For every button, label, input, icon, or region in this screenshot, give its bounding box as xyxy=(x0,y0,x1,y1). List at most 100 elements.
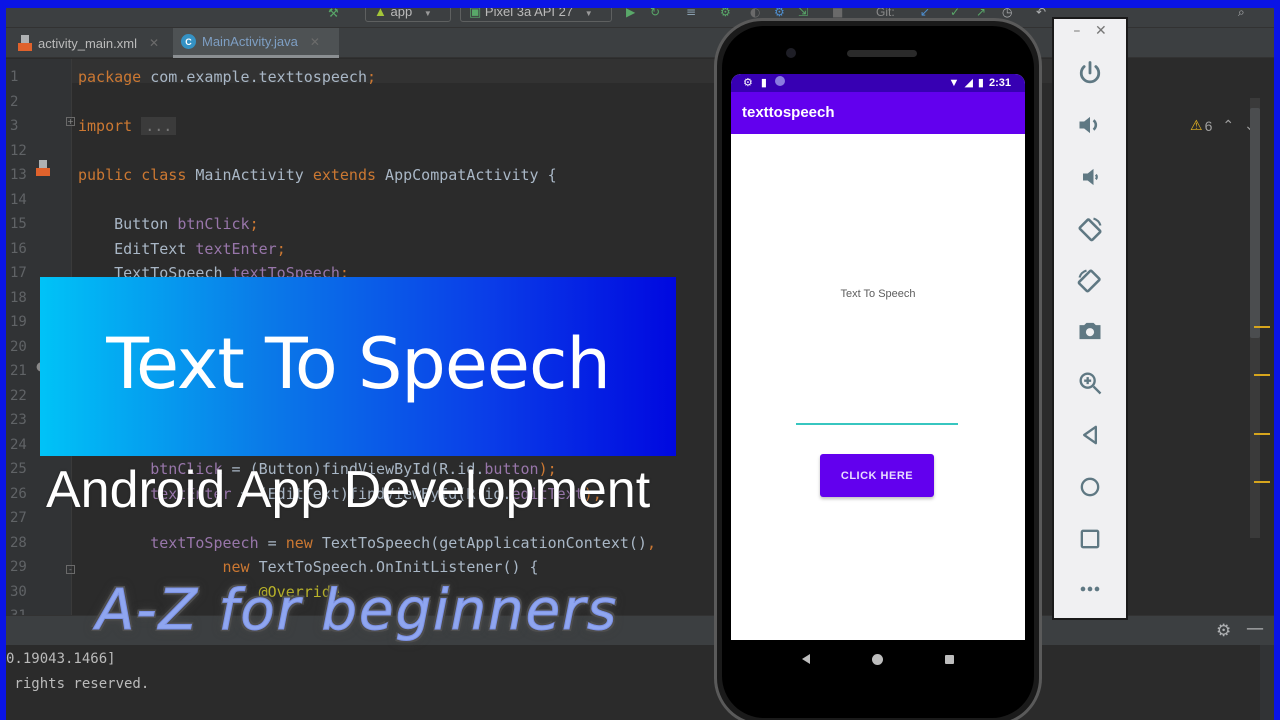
code-token: TextToSpeech(getApplicationContext() xyxy=(312,533,647,552)
close-icon[interactable]: ✕ xyxy=(1095,23,1107,39)
back-button[interactable] xyxy=(1054,415,1126,455)
device-icon: ▣ xyxy=(469,8,482,19)
line-number: 27 xyxy=(10,510,27,526)
zoom-in-icon xyxy=(1079,372,1102,395)
apply-changes-icon[interactable]: ↻ xyxy=(650,8,660,18)
status-bar: ⚙ ▮ ▼ ◢ ▮ 2:31 xyxy=(731,74,1025,92)
warning-marker[interactable] xyxy=(1254,374,1270,376)
tab-label: MainActivity.java xyxy=(202,34,298,49)
code-token: , xyxy=(646,533,656,552)
terminal-output[interactable]: 0.19043.1466] rights reserved. xyxy=(6,645,1274,720)
home-button[interactable] xyxy=(1054,467,1126,507)
line-number: 29 xyxy=(10,559,27,575)
device-dropdown[interactable]: ▣ Pixel 3a API 27 ▼ xyxy=(460,8,612,22)
overview-button[interactable] xyxy=(1054,519,1126,559)
previous-highlight-icon[interactable]: ⌃ xyxy=(1222,117,1234,134)
attach-process-icon[interactable]: ⇲ xyxy=(798,8,808,18)
stop-icon[interactable]: ■ xyxy=(832,8,843,18)
line-number: 28 xyxy=(10,534,27,551)
search-icon[interactable]: ⌕ xyxy=(1238,8,1245,18)
run-config-dropdown[interactable]: ▲ app ▼ xyxy=(365,8,451,22)
code-token: Button xyxy=(78,215,178,233)
rotate-left-icon xyxy=(1078,217,1102,242)
tab-label: activity_main.xml xyxy=(38,35,137,51)
status-time: 2:31 xyxy=(988,76,1011,89)
apply-code-changes-icon[interactable]: ≡ xyxy=(686,8,696,18)
more-button[interactable] xyxy=(1054,569,1126,609)
profile-icon[interactable]: ◐ xyxy=(750,8,760,18)
rollback-icon[interactable]: ↶ xyxy=(1036,8,1046,18)
line-number: 26 xyxy=(10,485,27,502)
fold-expand-icon[interactable]: + xyxy=(66,117,75,126)
code-text: textToSpeech = new TextToSpeech(getAppli… xyxy=(78,531,656,555)
code-token: TextToSpeech.OnInitListener() { xyxy=(249,558,539,576)
close-icon[interactable]: ✕ xyxy=(149,36,159,50)
battery-icon: ▮ xyxy=(977,77,984,89)
line-number: 30 xyxy=(10,583,27,600)
code-text: public class MainActivity extends AppCom… xyxy=(78,163,557,187)
android-nav-bar xyxy=(731,640,1025,678)
tab-activity-main-xml[interactable]: activity_main.xml ✕ xyxy=(10,28,167,58)
banner-title: Text To Speech xyxy=(106,322,611,405)
terminal-line: 0.19043.1466] xyxy=(6,651,116,667)
rotate-right-icon xyxy=(1077,269,1101,293)
code-token: ... xyxy=(141,117,177,135)
power-button[interactable] xyxy=(1054,53,1126,93)
home-nav-icon[interactable] xyxy=(872,653,883,665)
minimize-icon[interactable]: – xyxy=(1073,23,1080,39)
debug-icon[interactable]: ⚙ xyxy=(720,8,731,18)
click-here-button[interactable]: CLICK HERE xyxy=(820,454,934,497)
git-push-icon[interactable]: ↗ xyxy=(976,8,986,18)
title-banner: Text To Speech xyxy=(40,277,676,456)
line-number: 12 xyxy=(10,142,27,159)
sd-card-icon: ▮ xyxy=(760,77,767,89)
code-token: new xyxy=(222,558,250,576)
close-icon[interactable]: ✕ xyxy=(310,35,320,49)
sync-icon xyxy=(774,76,785,86)
warning-marker[interactable] xyxy=(1254,481,1270,483)
layout-file-icon[interactable] xyxy=(36,160,50,179)
build-hammer-icon[interactable]: ⚒ xyxy=(328,8,342,20)
zoom-button[interactable] xyxy=(1054,363,1126,403)
git-update-icon[interactable]: ↙ xyxy=(920,8,930,18)
code-text: import ... xyxy=(78,114,177,138)
phone-screen[interactable]: ⚙ ▮ ▼ ◢ ▮ 2:31 texttospeech Text To Spee… xyxy=(731,74,1025,640)
rotate-right-button[interactable] xyxy=(1054,261,1126,301)
text-input[interactable] xyxy=(796,405,958,425)
recents-nav-icon[interactable] xyxy=(945,654,954,664)
code-token: ; xyxy=(367,68,377,86)
tagline-text: A-Z for beginners xyxy=(95,578,619,644)
volume-up-button[interactable] xyxy=(1054,105,1126,145)
gear-icon[interactable]: ⚙ xyxy=(1216,621,1231,641)
code-token: new xyxy=(285,533,313,552)
rotate-left-button[interactable] xyxy=(1054,209,1126,249)
volume-down-button[interactable] xyxy=(1054,157,1126,197)
git-commit-icon[interactable]: ✓ xyxy=(950,8,960,18)
attach-debugger-icon[interactable]: ⚙ xyxy=(774,8,785,18)
screenshot-button[interactable] xyxy=(1054,311,1126,351)
xml-file-icon xyxy=(18,35,32,51)
warning-marker[interactable] xyxy=(1254,433,1270,435)
back-triangle-icon xyxy=(1083,425,1097,445)
camera-icon xyxy=(1079,322,1101,340)
back-nav-icon[interactable] xyxy=(802,654,810,664)
text-to-speech-label: Text To Speech xyxy=(840,288,916,300)
inspection-widget[interactable]: ⚠ 6 ⌃ ⌄ xyxy=(1190,117,1256,134)
subtitle-text: Android App Development xyxy=(46,461,651,519)
minimize-icon[interactable]: — xyxy=(1246,618,1264,639)
history-icon[interactable]: ◷ xyxy=(1002,8,1012,18)
run-icon[interactable]: ▶ xyxy=(626,8,635,18)
front-camera xyxy=(786,48,796,58)
warning-marker[interactable] xyxy=(1254,326,1270,328)
code-token: ; xyxy=(249,215,259,233)
code-token: MainActivity xyxy=(186,166,313,184)
tab-main-activity-java[interactable]: C MainActivity.java ✕ xyxy=(173,28,339,58)
scrollbar-thumb[interactable] xyxy=(1250,108,1260,338)
line-number: 1 xyxy=(10,69,19,85)
terminal-scrollbar[interactable] xyxy=(1260,645,1274,720)
line-number: 14 xyxy=(10,191,27,208)
more-dots-icon xyxy=(1080,586,1100,592)
fold-collapse-icon[interactable]: - xyxy=(66,565,75,574)
